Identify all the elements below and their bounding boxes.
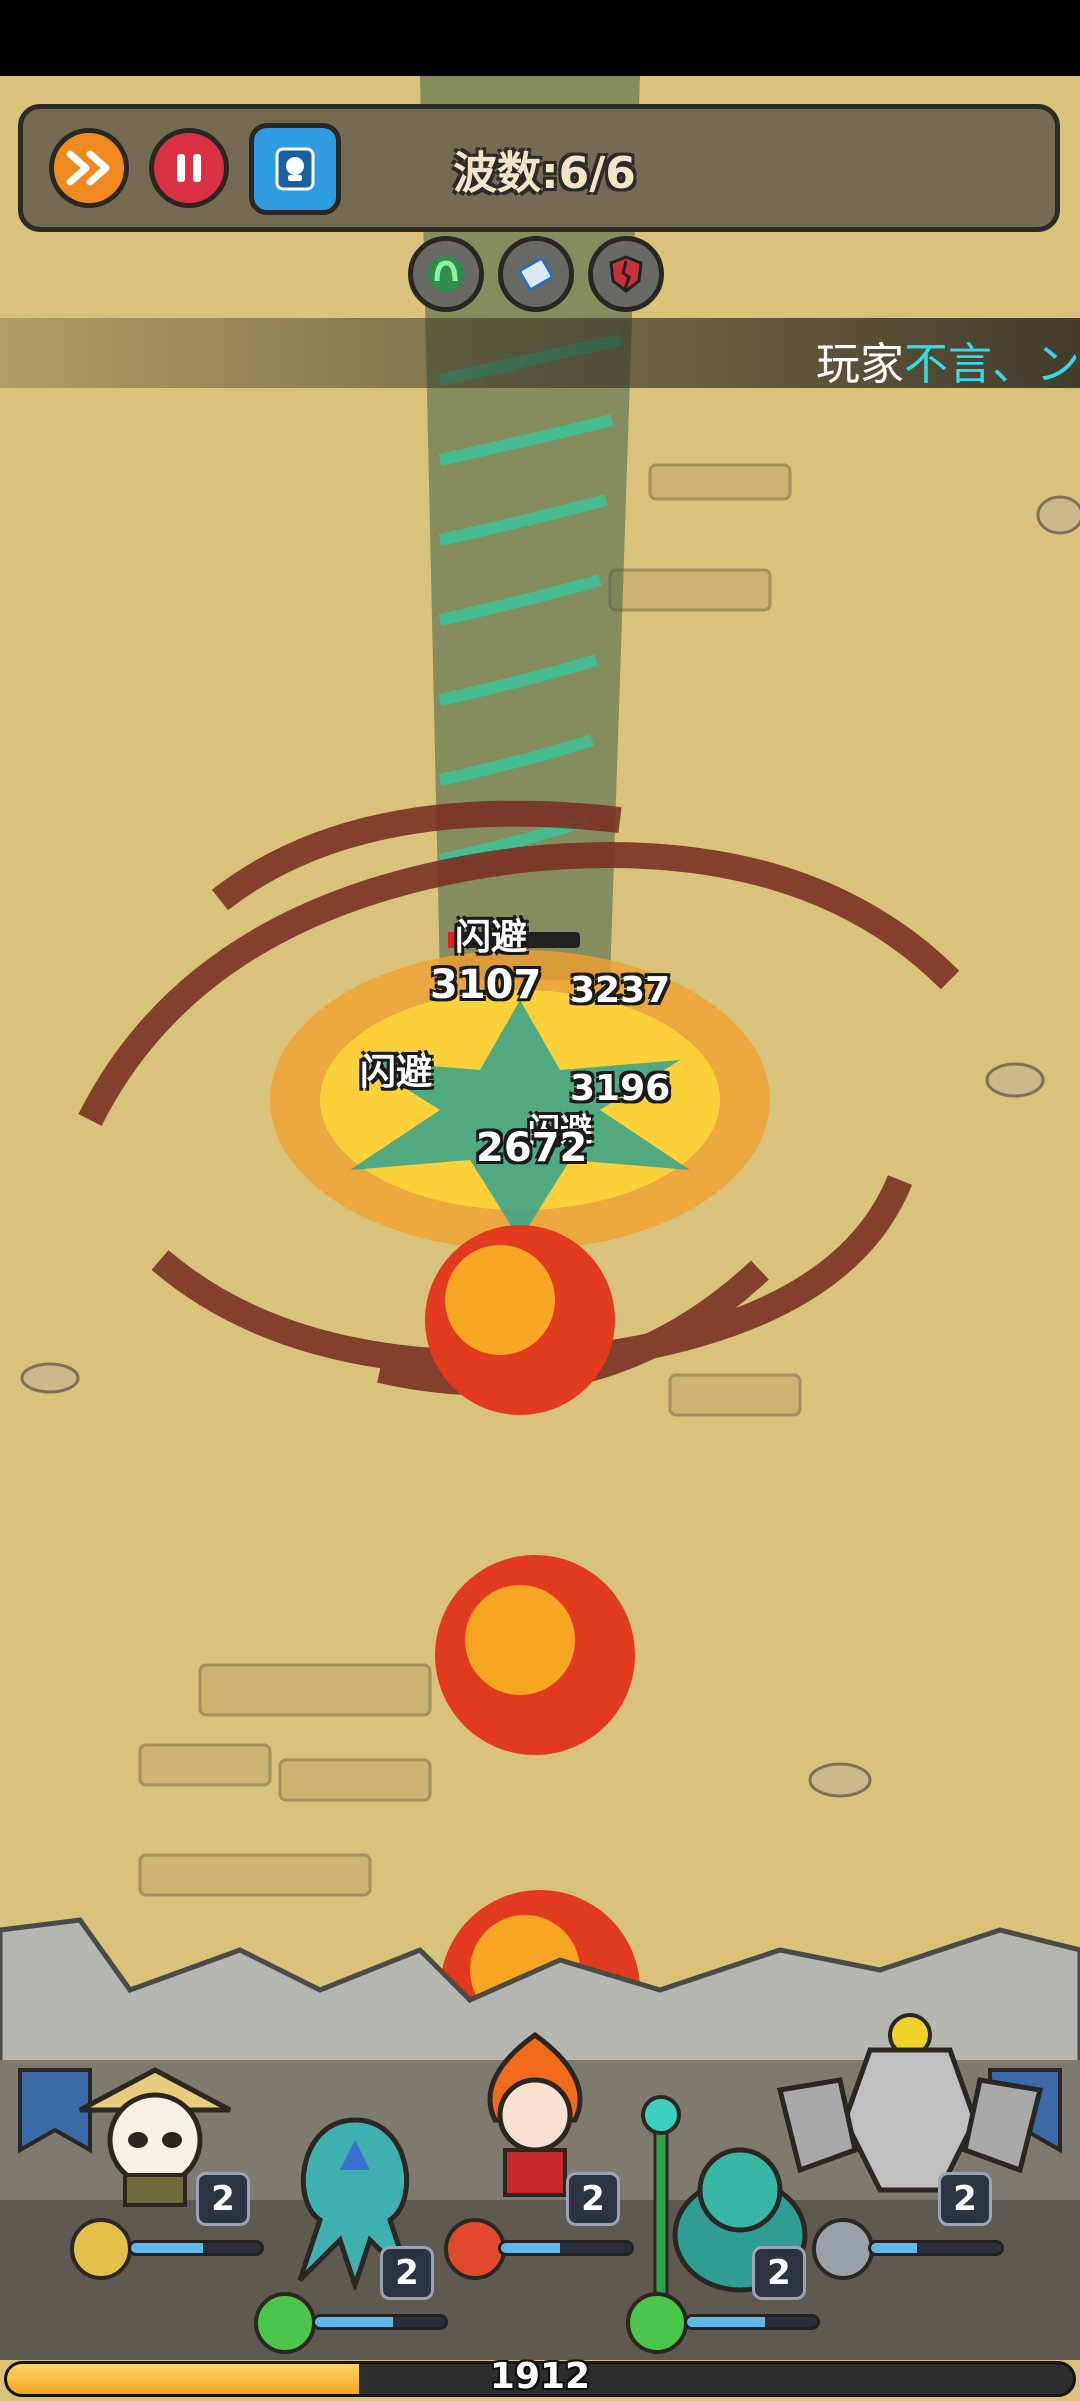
hero-hp-bar (868, 2240, 1004, 2256)
hero-hp-bar (128, 2240, 264, 2256)
miss-text: 闪避 (360, 1052, 433, 1093)
hero-level-badge: 2 (380, 2246, 434, 2300)
wind-type-icon (254, 2292, 316, 2354)
top-control-bar: 波数:6/6 (18, 104, 1060, 232)
ticker-player-name: 不言、ン (904, 339, 1080, 390)
card-deck-icon (275, 147, 315, 191)
skill-button-3[interactable] (588, 236, 664, 312)
announcement-ticker: 玩家不言、ン (0, 318, 1080, 390)
fast-forward-icon (66, 150, 110, 186)
skill-button-1[interactable] (408, 236, 484, 312)
hero-hp-bar (684, 2314, 820, 2330)
earth-type-icon (70, 2218, 132, 2280)
scroll-skill-icon (518, 257, 554, 291)
damage-number: 3107 (430, 962, 542, 1008)
ticker-message: 玩家不言、ン (816, 328, 1080, 392)
rock-type-icon (812, 2218, 874, 2280)
hero-hp-bar (312, 2314, 448, 2330)
stone-golem-avatar (776, 2013, 1044, 2193)
wind-type-icon (626, 2292, 688, 2354)
green-swirl-skill-icon (428, 256, 464, 292)
miss-text: 闪避 (455, 917, 528, 958)
energy-progress-value: 1912 (489, 2356, 591, 2397)
damage-number: 2672 (476, 1125, 588, 1171)
broken-shield-skill-icon (609, 255, 643, 293)
hero-stone-golem[interactable] (760, 2010, 1060, 2234)
damage-number: 3237 (570, 970, 671, 1011)
ticker-prefix: 玩家 (816, 339, 904, 390)
status-bar (0, 0, 1080, 76)
hero-level-badge: 2 (196, 2172, 250, 2226)
hero-hp-bar (498, 2240, 634, 2256)
hero-level-badge: 2 (752, 2246, 806, 2300)
speed-button[interactable] (49, 128, 129, 208)
hero-level-badge: 2 (566, 2172, 620, 2226)
pause-button[interactable] (149, 128, 229, 208)
card-deck-button[interactable] (249, 123, 341, 215)
pause-icon (177, 154, 201, 182)
damage-number: 3196 (570, 1068, 671, 1109)
skill-button-2[interactable] (498, 236, 574, 312)
fire-type-icon (444, 2218, 506, 2280)
wave-counter: 波数:6/6 (453, 148, 636, 199)
hero-level-badge: 2 (938, 2172, 992, 2226)
